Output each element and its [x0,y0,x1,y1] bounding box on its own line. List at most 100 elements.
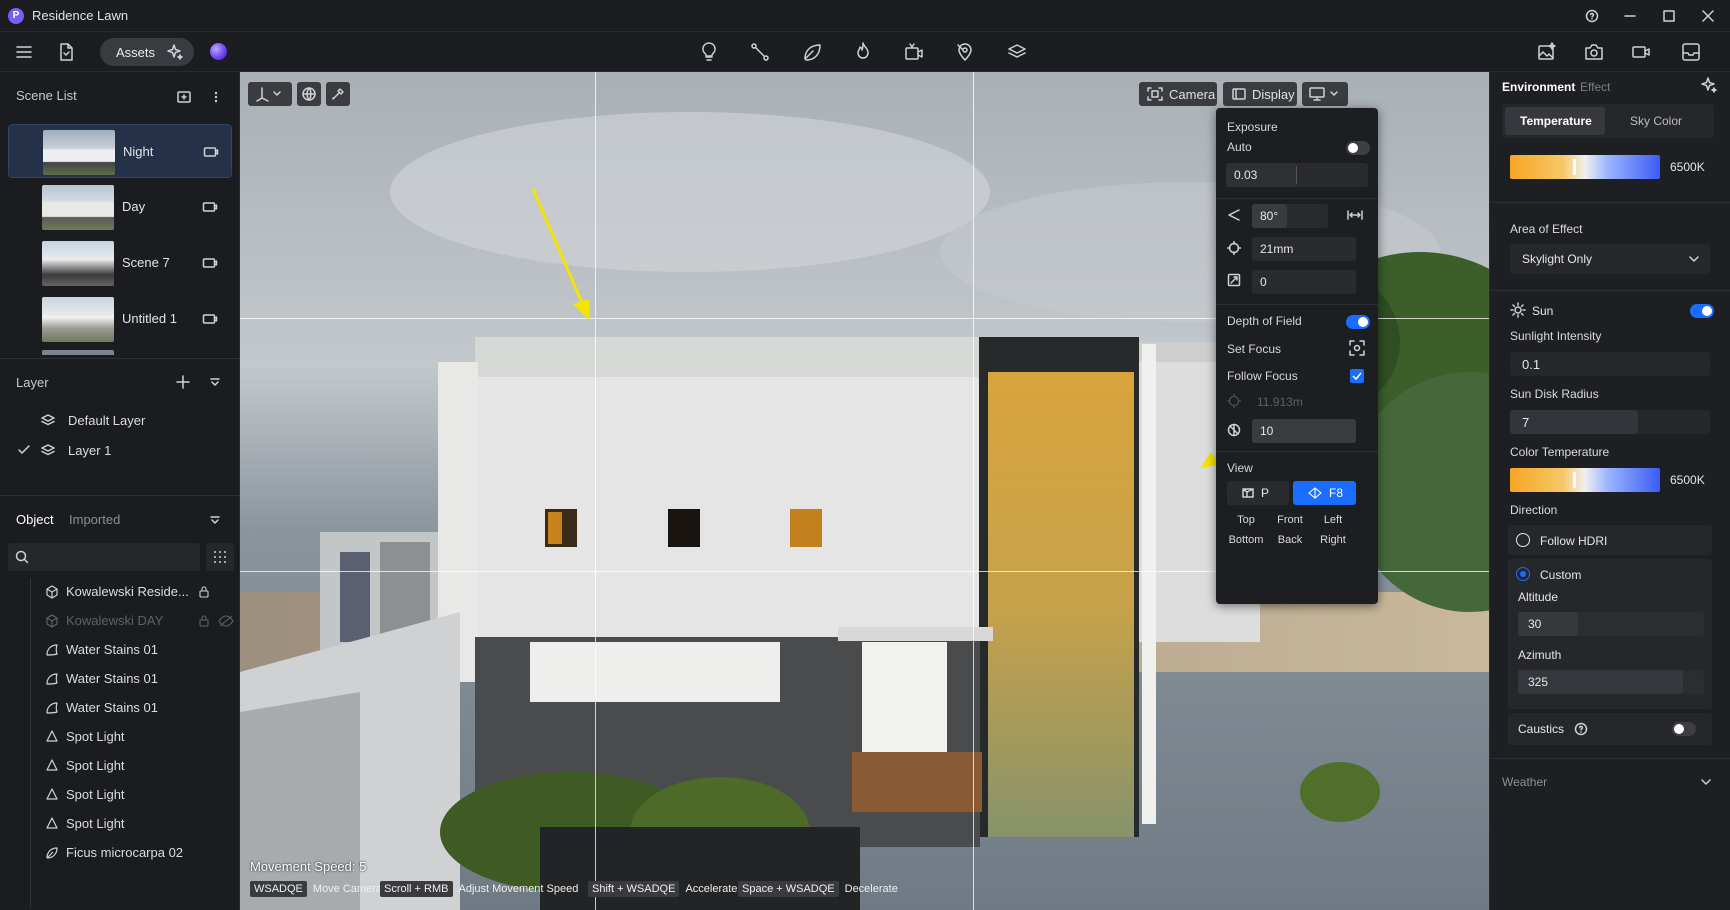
aperture-value: 10 [1260,424,1274,438]
view-left-button[interactable]: Left [1311,514,1355,526]
camera-icon[interactable] [203,145,219,159]
display-button[interactable]: Display [1223,82,1297,106]
aperture-input[interactable]: 10 [1252,419,1356,443]
camera-icon[interactable] [202,200,218,214]
view-back-button[interactable]: Back [1268,534,1312,546]
grid-view-button[interactable] [206,543,234,571]
search-input[interactable] [8,543,200,571]
help-circle-icon[interactable] [1574,722,1588,736]
radio-unchecked[interactable] [1516,533,1530,547]
check-icon[interactable] [17,443,31,457]
scene-item-day[interactable]: Day [8,180,232,234]
path-tool-icon[interactable] [748,40,772,64]
tab-imported[interactable]: Imported [69,512,120,527]
scene-item-scene7[interactable]: Scene 7 [8,236,232,290]
world-space-button[interactable] [297,82,321,106]
azimuth-input[interactable]: 325 [1518,670,1704,694]
view-bottom-button[interactable]: Bottom [1224,534,1268,546]
sparkle-icon[interactable] [166,43,184,61]
lock-icon[interactable] [198,585,210,599]
magic-sparkle-icon[interactable] [1700,76,1718,94]
camera-animation-icon[interactable] [902,40,926,64]
pin-marker-icon[interactable] [953,40,977,64]
object-row[interactable]: Water Stains 01 [26,665,236,693]
sun-toggle[interactable] [1690,304,1714,318]
camera-roll-input[interactable]: 0 [1252,270,1356,294]
focal-length-input[interactable]: 21mm [1252,237,1356,261]
auto-exposure-toggle[interactable] [1346,141,1370,155]
viewport-settings-dropdown[interactable] [1302,82,1348,106]
camera-icon[interactable] [202,256,218,270]
add-scene-icon[interactable] [175,88,193,106]
tab-object[interactable]: Object [16,512,54,527]
object-row[interactable]: Spot Light [26,810,236,838]
layers-icon[interactable] [1005,40,1029,64]
object-row[interactable]: Kowalewski Reside... [26,578,236,606]
weather-section-label[interactable]: Weather [1502,775,1547,789]
lock-icon[interactable] [198,614,210,628]
temperature-gradient-slider[interactable] [1510,155,1660,179]
subtab-sky-color[interactable]: Sky Color [1630,114,1682,128]
more-options-icon[interactable] [208,88,224,106]
transform-tool-dropdown[interactable] [248,82,292,106]
altitude-input[interactable]: 30 [1518,612,1704,636]
leaf-icon[interactable] [800,40,824,64]
tab-environment[interactable]: Environment [1502,80,1575,94]
object-row[interactable]: Spot Light [26,723,236,751]
eyedropper-button[interactable] [326,82,350,106]
layer-item-1[interactable]: Layer 1 [0,436,240,464]
ai-assistant-orb[interactable] [210,43,227,60]
assets-button[interactable]: Assets [100,38,194,66]
f8-view-button[interactable]: F8 [1293,481,1356,505]
camera-roll-value: 0 [1260,275,1267,289]
object-row[interactable]: Spot Light [26,781,236,809]
layer-item-default[interactable]: Default Layer [0,406,240,434]
video-icon[interactable] [1629,40,1653,64]
close-icon[interactable] [1698,6,1718,26]
image-export-icon[interactable] [1535,40,1559,64]
minimize-icon[interactable] [1620,6,1640,26]
object-row[interactable]: Ficus microcarpa 02 [26,839,236,867]
subtab-temperature[interactable]: Temperature [1505,107,1605,135]
follow-focus-checkbox[interactable] [1350,369,1364,383]
object-row[interactable]: Spot Light [26,752,236,780]
hidden-eye-icon[interactable] [218,614,234,628]
follow-hdri-option[interactable]: Follow HDRI [1508,525,1712,555]
import-file-icon[interactable] [54,40,78,64]
depth-of-field-toggle[interactable] [1346,315,1370,329]
object-row[interactable]: Water Stains 01 [26,636,236,664]
spotlight-icon [46,788,58,800]
sunlight-intensity-input[interactable]: 0.1 [1510,352,1710,376]
screenshot-camera-icon[interactable] [1582,40,1606,64]
color-temperature-slider[interactable] [1510,468,1660,492]
sun-disk-radius-input[interactable]: 7 [1510,410,1710,434]
focus-target-icon[interactable] [1348,339,1366,357]
fire-icon[interactable] [851,40,875,64]
area-of-effect-select[interactable]: Skylight Only [1510,244,1710,274]
tab-effect[interactable]: Effect [1580,80,1610,94]
view-right-button[interactable]: Right [1311,534,1355,546]
inbox-icon[interactable] [1679,40,1703,64]
camera-button[interactable]: Camera [1139,82,1217,106]
view-top-button[interactable]: Top [1224,514,1268,526]
fov-input[interactable]: 80° [1252,204,1328,228]
menu-icon[interactable] [12,40,36,64]
chevron-down-icon[interactable] [1700,777,1712,787]
view-front-button[interactable]: Front [1268,514,1312,526]
exposure-input[interactable]: 0.03 [1226,163,1368,187]
object-row[interactable]: Water Stains 01 [26,694,236,722]
add-layer-icon[interactable] [174,373,192,391]
radio-checked[interactable] [1516,567,1530,581]
camera-icon[interactable] [202,312,218,326]
caustics-toggle[interactable] [1672,722,1696,736]
maximize-icon[interactable] [1659,6,1679,26]
collapse-icon[interactable] [208,514,222,526]
help-icon[interactable] [1582,6,1602,26]
scene-item-night[interactable]: Night [8,124,232,178]
collapse-icon[interactable] [208,376,222,388]
lightbulb-icon[interactable] [697,40,721,64]
fit-width-icon[interactable] [1347,208,1363,222]
object-row[interactable]: Kowalewski DAY [26,607,236,635]
scene-item-untitled1[interactable]: Untitled 1 [8,292,232,346]
perspective-view-button[interactable]: P [1227,481,1289,505]
